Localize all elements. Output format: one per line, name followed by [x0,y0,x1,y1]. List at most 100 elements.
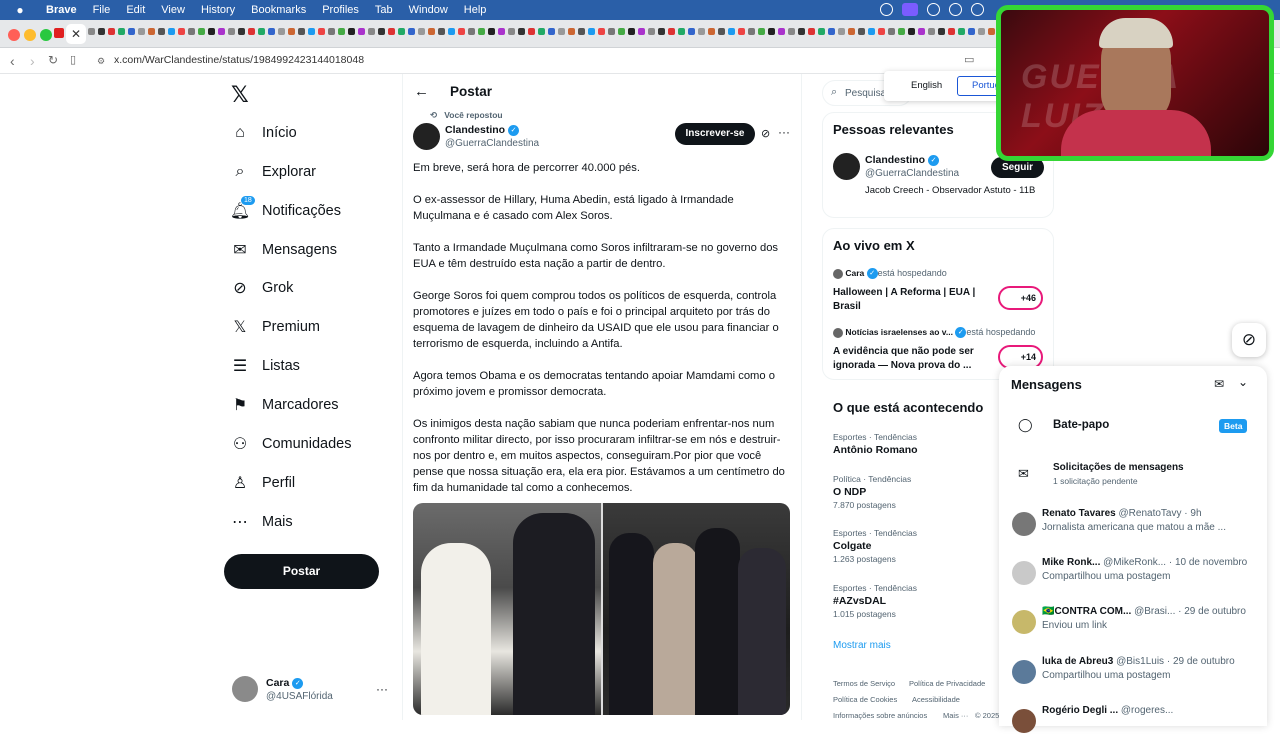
menu-view[interactable]: View [161,4,185,16]
nav-item-grok[interactable]: ⊘ Grok [230,271,293,305]
pinned-tab-icon[interactable] [878,28,885,35]
pinned-tab-icon[interactable] [488,28,495,35]
pinned-tab-icon[interactable] [98,28,105,35]
pinned-tab-icon[interactable] [818,28,825,35]
nav-item-mais[interactable]: ⋯ Mais [230,505,293,539]
pinned-tab-icon[interactable] [238,28,245,35]
pinned-tab-icon[interactable] [718,28,725,35]
pinned-tab-icon[interactable] [698,28,705,35]
pinned-tab-icon[interactable] [888,28,895,35]
pinned-tab-icon[interactable] [308,28,315,35]
headphones-icon[interactable] [971,3,984,16]
pinned-tab-icon[interactable] [948,28,955,35]
youtube-tab-icon[interactable] [54,28,64,38]
apple-icon[interactable]: ● [10,3,30,17]
pinned-tab-icon[interactable] [208,28,215,35]
pinned-tab-icon[interactable] [758,28,765,35]
pinned-tab-icon[interactable] [958,28,965,35]
footer-link[interactable]: Mais ··· [943,711,968,720]
bookmark-page-icon[interactable]: ▯ [70,53,76,66]
pinned-tab-icon[interactable] [648,28,655,35]
footer-link[interactable]: Política de Cookies [833,695,897,704]
new-message-icon[interactable]: ✉ [1214,377,1224,391]
pinned-tab-icon[interactable] [868,28,875,35]
pinned-tab-icon[interactable] [898,28,905,35]
nav-item-perfil[interactable]: ♙ Perfil [230,466,295,500]
pinned-tab-icon[interactable] [728,28,735,35]
pinned-tab-icon[interactable] [988,28,995,35]
pinned-tab-icon[interactable] [418,28,425,35]
pinned-tab-icon[interactable] [518,28,525,35]
trend-name[interactable]: Antônio Romano [833,444,918,456]
screen-record-icon[interactable] [902,3,918,16]
pinned-tab-icon[interactable] [558,28,565,35]
wedding-photo-left[interactable] [413,503,601,715]
pinned-tab-icon[interactable] [968,28,975,35]
nav-item-explorar[interactable]: ⌕ Explorar [230,155,316,189]
pinned-tab-icon[interactable] [468,28,475,35]
pinned-tab-icon[interactable] [218,28,225,35]
relevant-avatar[interactable] [833,153,860,180]
footer-link[interactable]: Política de Privacidade [909,679,985,688]
pinned-tab-icon[interactable] [688,28,695,35]
pinned-tab-icon[interactable] [168,28,175,35]
pinned-tab-icon[interactable] [548,28,555,35]
pinned-tab-icon[interactable] [788,28,795,35]
menu-bookmarks[interactable]: Bookmarks [251,4,306,16]
author-handle[interactable]: @GuerraClandestina [445,138,539,149]
pinned-tab-icon[interactable] [278,28,285,35]
pinned-tab-icon[interactable] [978,28,985,35]
relevant-name-row[interactable]: Clandestino ✓ [865,154,940,166]
menu-profiles[interactable]: Profiles [322,4,359,16]
pinned-tab-icon[interactable] [778,28,785,35]
show-more-link[interactable]: Mostrar mais [833,640,891,651]
language-english[interactable]: English [911,80,942,91]
pinned-tab-icon[interactable] [638,28,645,35]
minimize-window-button[interactable] [24,29,36,41]
pinned-tab-icon[interactable] [188,28,195,35]
pinned-tab-icon[interactable] [198,28,205,35]
chat-label[interactable]: Bate-papo [1053,419,1109,431]
pinned-tab-icon[interactable] [248,28,255,35]
menu-history[interactable]: History [201,4,235,16]
pinned-tab-icon[interactable] [108,28,115,35]
pinned-tab-icon[interactable] [358,28,365,35]
trend-name[interactable]: Colgate [833,540,872,552]
requests-title[interactable]: Solicitações de mensagens [1053,462,1184,473]
pinned-tab-icon[interactable] [448,28,455,35]
nav-item-comunidades[interactable]: ⚇ Comunidades [230,427,352,461]
pinned-tab-icon[interactable] [428,28,435,35]
footer-link[interactable]: Informações sobre anúncios [833,711,927,720]
pinned-tab-icon[interactable] [838,28,845,35]
pinned-tab-icon[interactable] [708,28,715,35]
footer-link[interactable]: Acessibilidade [912,695,960,704]
menu-app-name[interactable]: Brave [46,4,77,16]
pinned-tab-icon[interactable] [608,28,615,35]
pinned-tab-icon[interactable] [808,28,815,35]
pinned-tab-icon[interactable] [678,28,685,35]
nav-item-premium[interactable]: 𝕏 Premium [230,310,320,344]
pinned-tab-icon[interactable] [268,28,275,35]
pinned-tab-icon[interactable] [798,28,805,35]
pinned-tab-icon[interactable] [158,28,165,35]
url-field[interactable]: x.com/WarClandestine/status/198499242314… [114,54,364,66]
pinned-tab-icon[interactable] [918,28,925,35]
pinned-tab-icon[interactable] [338,28,345,35]
author-name-row[interactable]: Clandestino ✓ [445,124,520,136]
pinned-tab-icon[interactable] [498,28,505,35]
status-icon[interactable] [880,3,893,16]
collapse-icon[interactable]: ⌄ [1238,375,1248,389]
pinned-tab-icon[interactable] [538,28,545,35]
pinned-tab-icon[interactable] [388,28,395,35]
menu-edit[interactable]: Edit [126,4,145,16]
pinned-tab-icon[interactable] [588,28,595,35]
pinned-tab-icon[interactable] [138,28,145,35]
pinned-tab-icon[interactable] [768,28,775,35]
nav-item-marcadores[interactable]: ⚑ Marcadores [230,388,339,422]
pinned-tab-icon[interactable] [148,28,155,35]
pinned-tab-icon[interactable] [668,28,675,35]
active-tab-close-icon[interactable]: ✕ [66,24,86,44]
pinned-tab-icon[interactable] [178,28,185,35]
play-icon[interactable] [927,3,940,16]
pinned-tab-icon[interactable] [828,28,835,35]
